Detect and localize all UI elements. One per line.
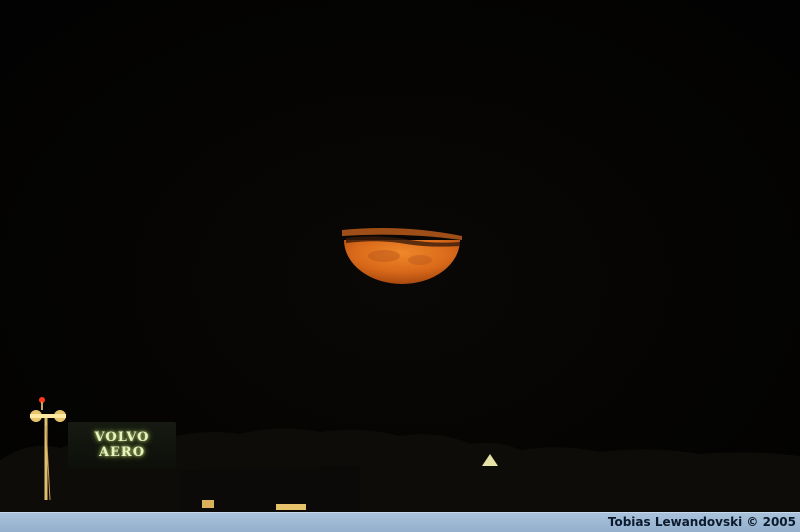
sign-text: VOLVO AERO — [68, 430, 176, 460]
sign-line-2: AERO — [98, 445, 146, 460]
night-photo: VOLVO AERO — [0, 0, 800, 512]
volvo-aero-sign: VOLVO AERO — [68, 422, 176, 468]
photo-credit: Tobias Lewandovski © 2005 — [607, 515, 796, 529]
sign-line-1: VOLVO — [94, 430, 150, 445]
floodlight-mast — [30, 397, 66, 500]
setting-moon — [342, 228, 462, 284]
credit-bar: Tobias Lewandovski © 2005 — [0, 512, 800, 532]
